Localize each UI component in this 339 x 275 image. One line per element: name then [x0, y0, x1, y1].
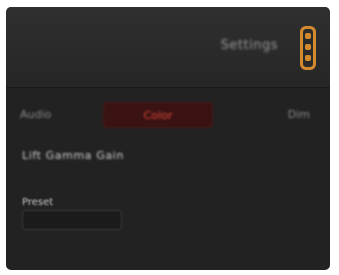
panel-title: Settings: [220, 38, 278, 53]
panel-header: Settings: [6, 7, 330, 88]
tab-audio[interactable]: Audio: [20, 105, 51, 125]
tab-dim[interactable]: Dim: [288, 105, 310, 125]
section-heading: Lift Gamma Gain: [22, 149, 124, 162]
tab-color[interactable]: Color: [103, 102, 213, 128]
settings-panel: Settings Audio Color Dim Lift Gamma Gain…: [6, 7, 330, 270]
tab-bar: Audio Color Dim: [6, 102, 330, 128]
switch-icon[interactable]: [300, 26, 316, 70]
preset-label: Preset: [22, 197, 54, 208]
preset-field[interactable]: [22, 210, 122, 230]
